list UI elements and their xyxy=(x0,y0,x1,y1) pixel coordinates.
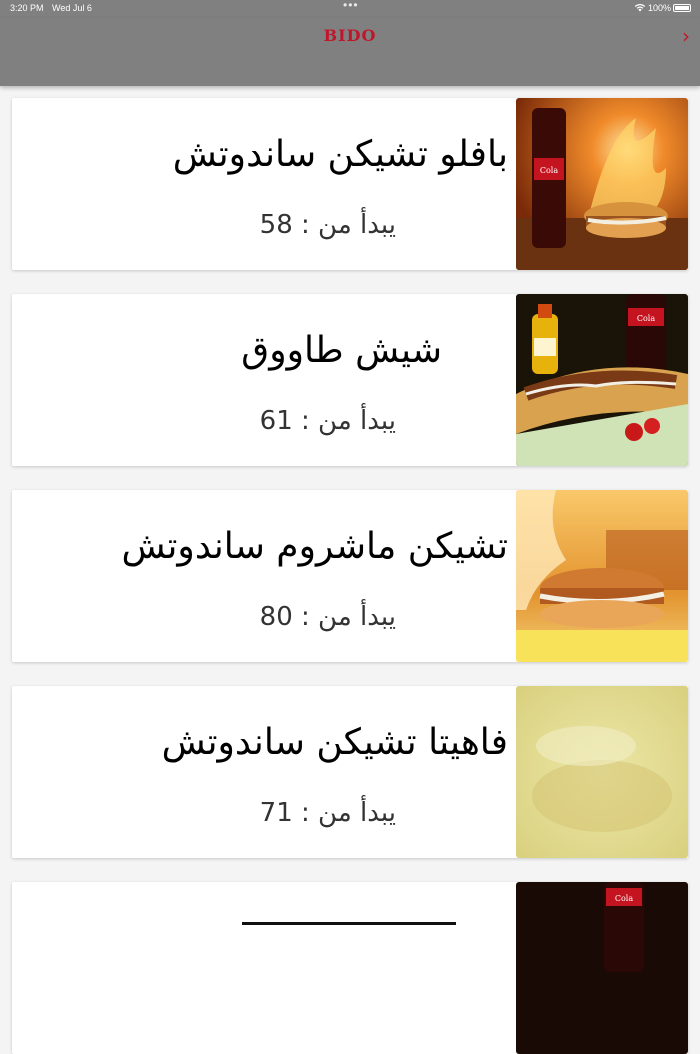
food-photo xyxy=(516,490,688,662)
battery-icon xyxy=(673,4,691,12)
multitasking-dots-icon[interactable]: ••• xyxy=(343,0,359,12)
item-price: يبدأ من : 58 xyxy=(260,210,396,240)
svg-text:Cola: Cola xyxy=(615,894,633,903)
status-time: 3:20 PM xyxy=(10,3,44,13)
item-title: فاهيتا تشيكن ساندوتش xyxy=(161,722,508,763)
item-price: يبدأ من : 71 xyxy=(260,798,396,828)
menu-item-card[interactable]: تشيكن ماشروم ساندوتش يبدأ من : 80 xyxy=(12,490,688,662)
price-value: 58 xyxy=(259,210,293,240)
svg-text:Cola: Cola xyxy=(540,166,558,175)
price-prefix: يبدأ من : xyxy=(301,798,396,828)
item-price: يبدأ من : 61 xyxy=(260,406,396,436)
price-value: 71 xyxy=(259,798,293,828)
menu-item-card[interactable]: فاهيتا تشيكن ساندوتش يبدأ من : 71 xyxy=(12,686,688,858)
app-logo-title: BIDO xyxy=(323,26,377,45)
navigation-bar: BIDO › xyxy=(0,18,700,86)
price-value: 80 xyxy=(259,602,293,632)
price-prefix: يبدأ من : xyxy=(301,602,396,632)
menu-item-card[interactable]: Cola xyxy=(12,882,688,1054)
chevron-right-icon[interactable]: › xyxy=(682,24,690,48)
item-title-partial xyxy=(242,922,456,925)
price-prefix: يبدأ من : xyxy=(301,210,396,240)
item-price: يبدأ من : 80 xyxy=(260,602,396,632)
battery-percentage: 100% xyxy=(648,3,672,13)
menu-item-card[interactable]: Cola بافلو تشيكن ساندوتش يبدأ من : 58 xyxy=(12,98,688,270)
svg-text:Cola: Cola xyxy=(637,314,655,323)
food-photo: Cola xyxy=(516,882,688,1054)
food-photo xyxy=(516,686,688,858)
food-photo: Cola xyxy=(516,294,688,466)
wifi-icon xyxy=(634,3,646,12)
item-title: تشيكن ماشروم ساندوتش xyxy=(121,526,508,567)
status-bar: 3:20 PM Wed Jul 6 ••• 100% xyxy=(0,0,700,18)
status-date: Wed Jul 6 xyxy=(52,3,92,13)
menu-item-card[interactable]: Cola شيش طاووق يبدأ من : 61 xyxy=(12,294,688,466)
item-title: بافلو تشيكن ساندوتش xyxy=(172,134,508,175)
price-value: 61 xyxy=(259,406,293,436)
food-photo: Cola xyxy=(516,98,688,270)
price-prefix: يبدأ من : xyxy=(301,406,396,436)
item-title: شيش طاووق xyxy=(241,330,442,371)
